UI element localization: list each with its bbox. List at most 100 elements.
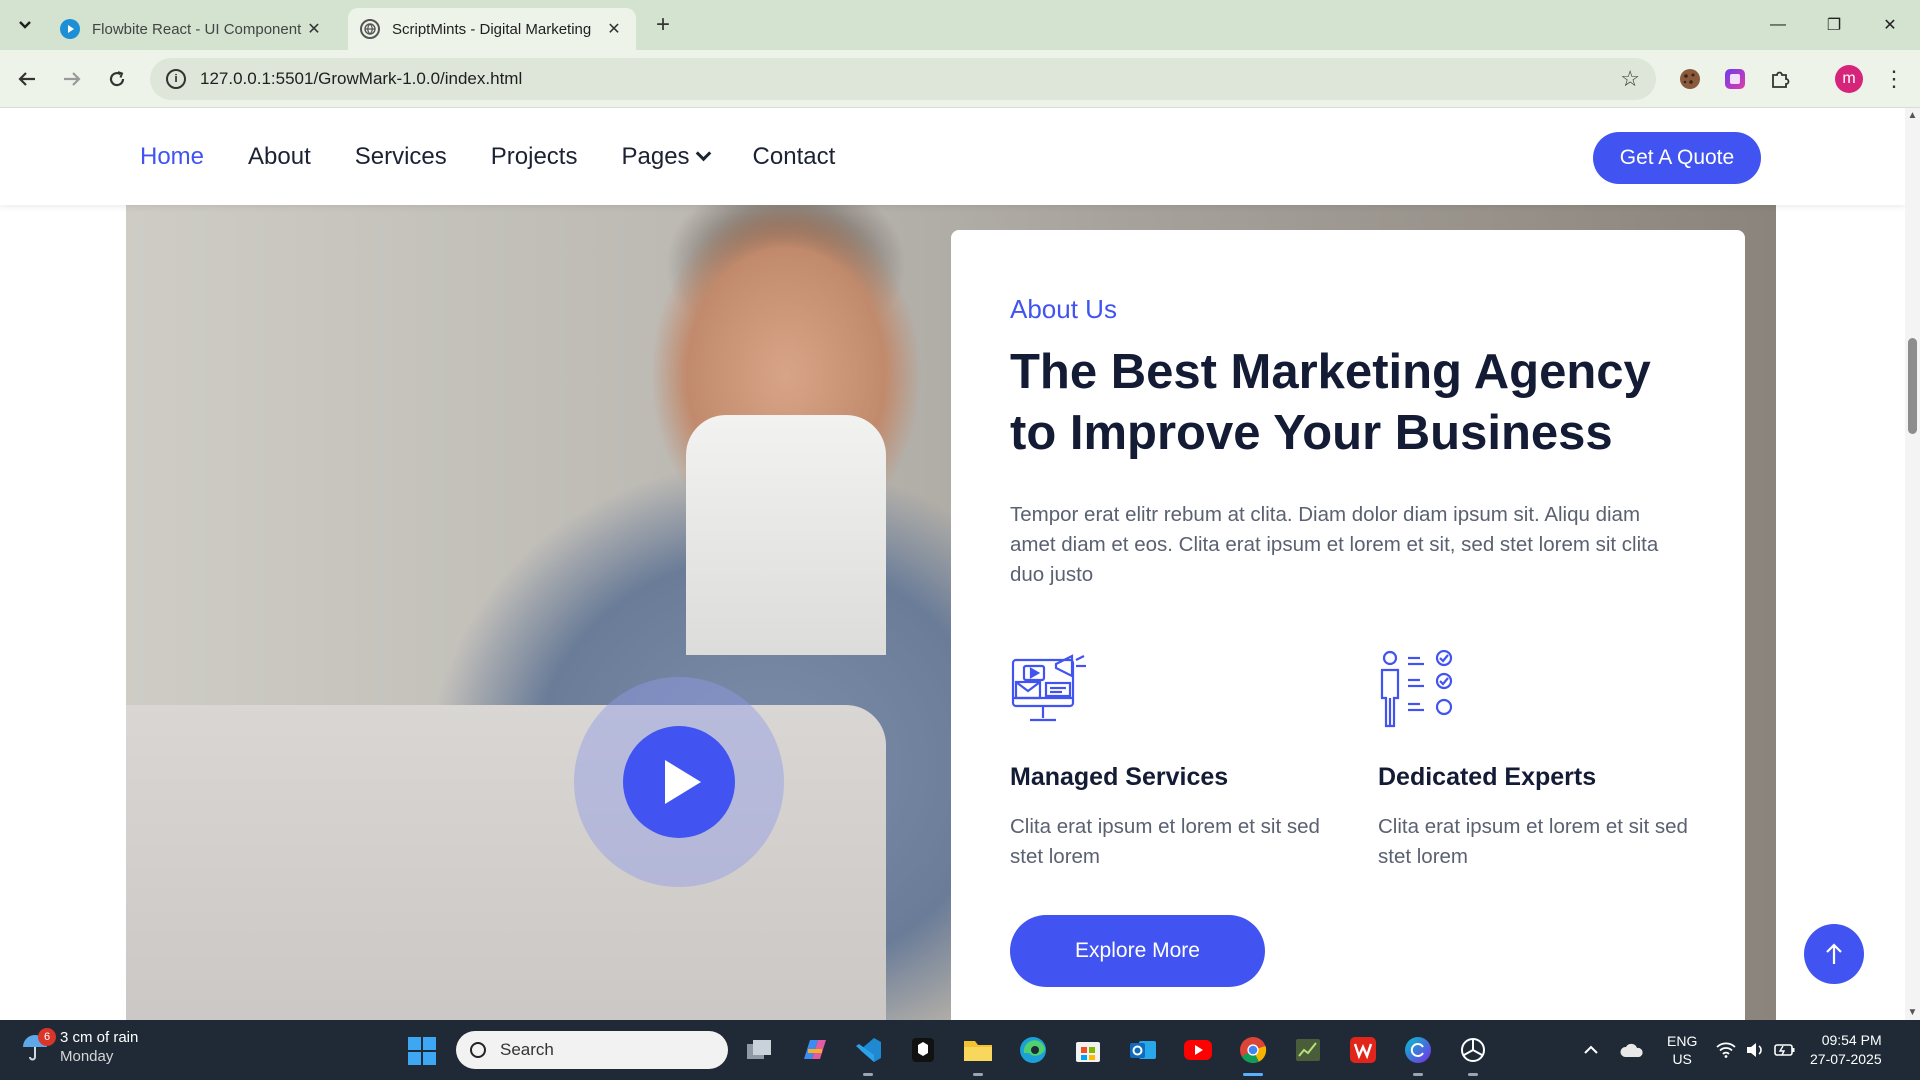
search-placeholder: Search — [500, 1040, 554, 1059]
outlook-icon[interactable] — [1127, 1034, 1159, 1066]
scroll-up-arrow-icon[interactable]: ▲ — [1907, 110, 1918, 121]
globe-icon — [360, 19, 380, 39]
close-tab-icon[interactable]: ✕ — [304, 19, 324, 39]
clock-time: 09:54 PM — [1821, 1032, 1882, 1048]
volume-icon — [1747, 1043, 1762, 1057]
address-bar[interactable]: i 127.0.0.1:5501/GrowMark-1.0.0/index.ht… — [150, 58, 1656, 100]
minimize-button[interactable]: — — [1750, 0, 1806, 50]
vscode-icon[interactable] — [852, 1034, 884, 1076]
windows-taskbar: 6 3 cm of rain Monday Search ENG US 09:5… — [0, 1020, 1920, 1080]
url-text: 127.0.0.1:5501/GrowMark-1.0.0/index.html — [200, 69, 523, 88]
task-manager-icon[interactable] — [1292, 1034, 1324, 1066]
tab-title: Flowbite React - UI Component — [92, 20, 302, 38]
microsoft-store-icon[interactable] — [1072, 1034, 1104, 1066]
page-scrollbar[interactable]: ▲ ▼ — [1905, 108, 1920, 1020]
scrollbar-thumb[interactable] — [1908, 338, 1917, 434]
copilot-icon[interactable] — [798, 1034, 830, 1066]
feature-title: Dedicated Experts — [1378, 763, 1597, 791]
get-a-quote-button[interactable]: Get A Quote — [1593, 132, 1761, 184]
tab-title: ScriptMints - Digital Marketing — [392, 20, 592, 38]
battery-icon — [1774, 1044, 1795, 1056]
cube-app-icon[interactable] — [907, 1034, 939, 1066]
youtube-icon[interactable] — [1182, 1034, 1214, 1066]
profile-avatar[interactable]: m — [1835, 65, 1863, 93]
digital-marketing-icon — [1011, 654, 1086, 722]
feature-managed-services: Managed Services Clita erat ipsum et lor… — [1010, 650, 1330, 872]
section-eyebrow: About Us — [1010, 294, 1117, 324]
feature-text: Clita erat ipsum et lorem et sit sed ste… — [1378, 815, 1688, 868]
umbrella-rain-icon: 6 — [20, 1028, 56, 1062]
chrome-icon[interactable] — [1237, 1034, 1269, 1076]
feature-text: Clita erat ipsum et lorem et sit sed ste… — [1010, 815, 1320, 868]
scroll-down-arrow-icon[interactable]: ▼ — [1907, 1007, 1918, 1018]
feature-title: Managed Services — [1010, 763, 1229, 791]
wifi-icon — [1716, 1042, 1736, 1058]
extensions-puzzle-icon[interactable] — [1766, 65, 1794, 93]
explore-more-button[interactable]: Explore More — [1010, 915, 1265, 987]
nav-pages-dropdown[interactable]: Pages — [621, 142, 711, 171]
reload-button[interactable] — [100, 62, 134, 96]
browser-tab-strip: Flowbite React - UI Component ✕ ScriptMi… — [0, 0, 1920, 50]
close-tab-icon[interactable]: ✕ — [604, 19, 624, 39]
nav-projects[interactable]: Projects — [491, 143, 578, 171]
video-play-button[interactable] — [574, 677, 784, 887]
taskbar-clock[interactable]: 09:54 PM 27-07-2025 — [1810, 1031, 1882, 1069]
nav-contact[interactable]: Contact — [753, 143, 836, 171]
play-icon — [665, 760, 701, 804]
restore-button[interactable]: ❐ — [1806, 0, 1862, 50]
flowbite-favicon-icon — [60, 19, 80, 39]
gradient-extension-icon[interactable] — [1721, 65, 1749, 93]
weather-line2: Monday — [60, 1048, 114, 1065]
nav-home[interactable]: Home — [140, 143, 204, 171]
clock-date: 27-07-2025 — [1810, 1051, 1882, 1067]
nav-services[interactable]: Services — [355, 143, 447, 171]
site-navbar: Home About Services Projects Pages Conta… — [0, 108, 1905, 205]
language-line2: US — [1672, 1051, 1692, 1067]
chatgpt-icon[interactable] — [1457, 1034, 1489, 1076]
weather-line1: 3 cm of rain — [60, 1029, 139, 1046]
system-tray-status[interactable] — [1716, 1020, 1796, 1080]
wps-office-icon[interactable] — [1347, 1034, 1379, 1066]
browser-menu-icon[interactable]: ⋮ — [1880, 65, 1908, 93]
page-viewport: About Us The Best Marketing Agency to Im… — [0, 108, 1905, 1020]
task-view-icon[interactable] — [743, 1034, 775, 1066]
file-explorer-icon[interactable] — [962, 1034, 994, 1076]
new-tab-button[interactable]: + — [648, 10, 678, 40]
chevron-down-icon — [19, 21, 31, 29]
edge-browser-icon[interactable] — [1017, 1034, 1049, 1066]
tab-scriptmints[interactable]: ScriptMints - Digital Marketing ✕ — [348, 8, 636, 50]
tab-flowbite[interactable]: Flowbite React - UI Component ✕ — [48, 8, 336, 50]
reload-icon — [109, 71, 125, 87]
search-icon — [470, 1042, 486, 1058]
onedrive-cloud-icon[interactable] — [1620, 1020, 1644, 1080]
site-info-icon[interactable]: i — [166, 69, 186, 89]
arrow-up-icon — [1826, 943, 1842, 964]
arrow-left-icon — [18, 72, 35, 86]
about-paragraph: Tempor erat elitr rebum at clita. Diam d… — [1010, 503, 1659, 586]
tab-search-button[interactable] — [10, 10, 40, 40]
arrow-right-icon — [64, 72, 81, 86]
bookmark-star-icon[interactable]: ☆ — [1620, 66, 1640, 92]
windows-start-button[interactable] — [408, 1037, 436, 1065]
feature-dedicated-experts: Dedicated Experts Clita erat ipsum et lo… — [1378, 649, 1698, 872]
nav-pages-label: Pages — [621, 142, 690, 170]
browser-toolbar: i 127.0.0.1:5501/GrowMark-1.0.0/index.ht… — [0, 50, 1920, 108]
experts-checklist-icon — [1380, 649, 1453, 728]
about-card: About Us The Best Marketing Agency to Im… — [951, 230, 1745, 1020]
canva-icon[interactable] — [1402, 1034, 1434, 1076]
weather-badge: 6 — [38, 1028, 56, 1046]
show-hidden-icons-button[interactable] — [1583, 1020, 1599, 1080]
close-window-button[interactable]: ✕ — [1862, 0, 1918, 50]
chevron-up-icon — [1584, 1045, 1598, 1054]
cookie-extension-icon[interactable] — [1676, 65, 1704, 93]
back-to-top-button[interactable] — [1804, 924, 1864, 984]
weather-widget[interactable]: 6 3 cm of rain Monday — [20, 1028, 138, 1066]
chevron-down-icon — [695, 145, 711, 162]
about-heading: The Best Marketing Agency to Improve You… — [1010, 345, 1651, 460]
taskbar-search-box[interactable]: Search — [456, 1031, 728, 1069]
forward-button[interactable] — [55, 62, 89, 96]
language-indicator[interactable]: ENG US — [1667, 1020, 1697, 1080]
back-button[interactable] — [10, 62, 44, 96]
language-line1: ENG — [1667, 1033, 1698, 1049]
nav-about[interactable]: About — [248, 143, 311, 171]
